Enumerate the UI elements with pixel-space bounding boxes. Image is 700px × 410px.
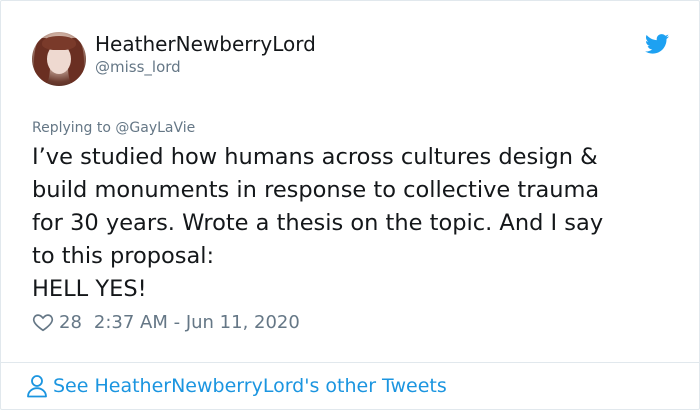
see-other-tweets-link[interactable]: See HeatherNewberryLord's other Tweets (26, 374, 447, 398)
reply-to-handle[interactable]: @GayLaVie (115, 120, 195, 136)
tweet-meta: 28 2:37 AM - Jun 11, 2020 (32, 311, 300, 333)
tweet-text-line: I’ve studied how humans across cultures … (32, 144, 598, 170)
tweet-text-line: HELL YES! (32, 276, 147, 302)
twitter-bird-icon[interactable] (645, 34, 669, 54)
tweet-card: HeatherNewberryLord @miss_lord Replying … (0, 0, 700, 410)
like-count[interactable]: 28 (59, 312, 82, 333)
see-other-tweets-label[interactable]: See HeatherNewberryLord's other Tweets (53, 375, 447, 397)
reply-prefix: Replying to (32, 120, 116, 136)
replying-to: Replying to @GayLaVie (32, 120, 195, 136)
display-name[interactable]: HeatherNewberryLord (95, 32, 316, 56)
avatar[interactable] (32, 32, 86, 86)
tweet-text: I’ve studied how humans across cultures … (32, 141, 682, 306)
avatar-bangs (42, 36, 76, 50)
heart-icon[interactable] (32, 311, 54, 333)
person-icon (27, 375, 47, 398)
tweet-text-line: build monuments in response to collectiv… (32, 177, 600, 203)
tweet-text-line: for 30 years. Wrote a thesis on the topi… (32, 210, 604, 236)
tweet-timestamp[interactable]: 2:37 AM - Jun 11, 2020 (94, 312, 300, 333)
divider (1, 362, 699, 363)
user-handle[interactable]: @miss_lord (95, 58, 181, 76)
tweet-text-line: to this proposal: (32, 243, 215, 269)
